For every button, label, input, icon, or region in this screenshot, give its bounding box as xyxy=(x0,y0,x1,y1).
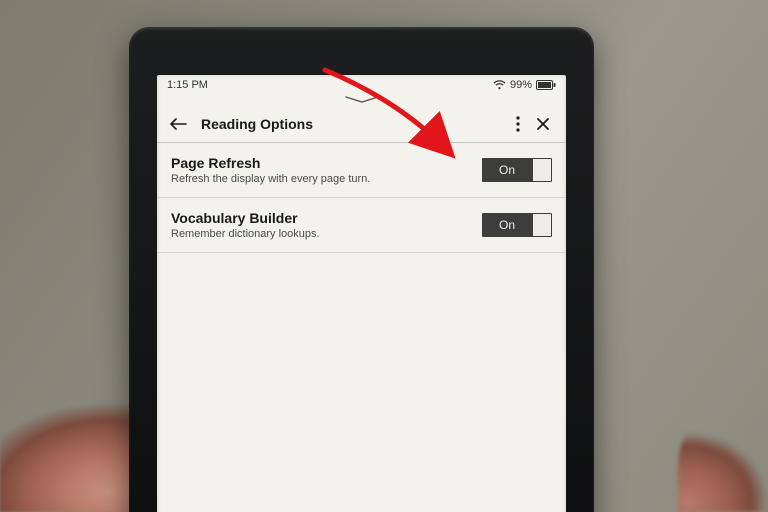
toggle-page-refresh[interactable]: On xyxy=(482,158,552,182)
header-bar: Reading Options xyxy=(157,110,566,143)
hand-right xyxy=(678,402,768,512)
back-icon[interactable] xyxy=(169,117,187,131)
toggle-label: On xyxy=(482,163,532,177)
more-icon[interactable] xyxy=(516,116,520,132)
row-page-refresh: Page Refresh Refresh the display with ev… xyxy=(157,143,566,198)
wifi-icon xyxy=(493,80,506,90)
close-icon[interactable] xyxy=(536,117,550,131)
battery-pct: 99% xyxy=(510,79,532,91)
device-frame: 1:15 PM 99% Reading Options xyxy=(129,27,594,512)
toggle-vocab-builder[interactable]: On xyxy=(482,213,552,237)
battery-icon xyxy=(536,80,556,90)
toggle-knob xyxy=(533,214,551,236)
pulldown-handle[interactable] xyxy=(157,93,566,110)
row-sub: Refresh the display with every page turn… xyxy=(171,173,470,185)
row-vocab-builder: Vocabulary Builder Remember dictionary l… xyxy=(157,198,566,253)
toggle-label: On xyxy=(482,218,532,232)
row-sub: Remember dictionary lookups. xyxy=(171,228,470,240)
row-title: Page Refresh xyxy=(171,155,470,171)
status-time: 1:15 PM xyxy=(167,79,208,91)
page-title: Reading Options xyxy=(201,116,502,132)
status-right: 99% xyxy=(493,79,556,91)
screen: 1:15 PM 99% Reading Options xyxy=(157,75,566,512)
toggle-knob xyxy=(533,159,551,181)
row-title: Vocabulary Builder xyxy=(171,210,470,226)
status-bar: 1:15 PM 99% xyxy=(157,75,566,93)
